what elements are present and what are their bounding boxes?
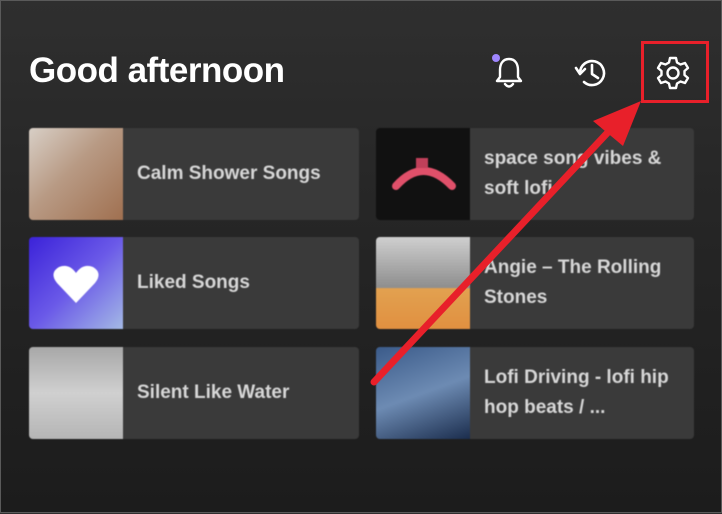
annotation-arrow bbox=[370, 101, 641, 386]
app-screen: Good afternoon Calm Shower Songs space s… bbox=[0, 0, 722, 513]
